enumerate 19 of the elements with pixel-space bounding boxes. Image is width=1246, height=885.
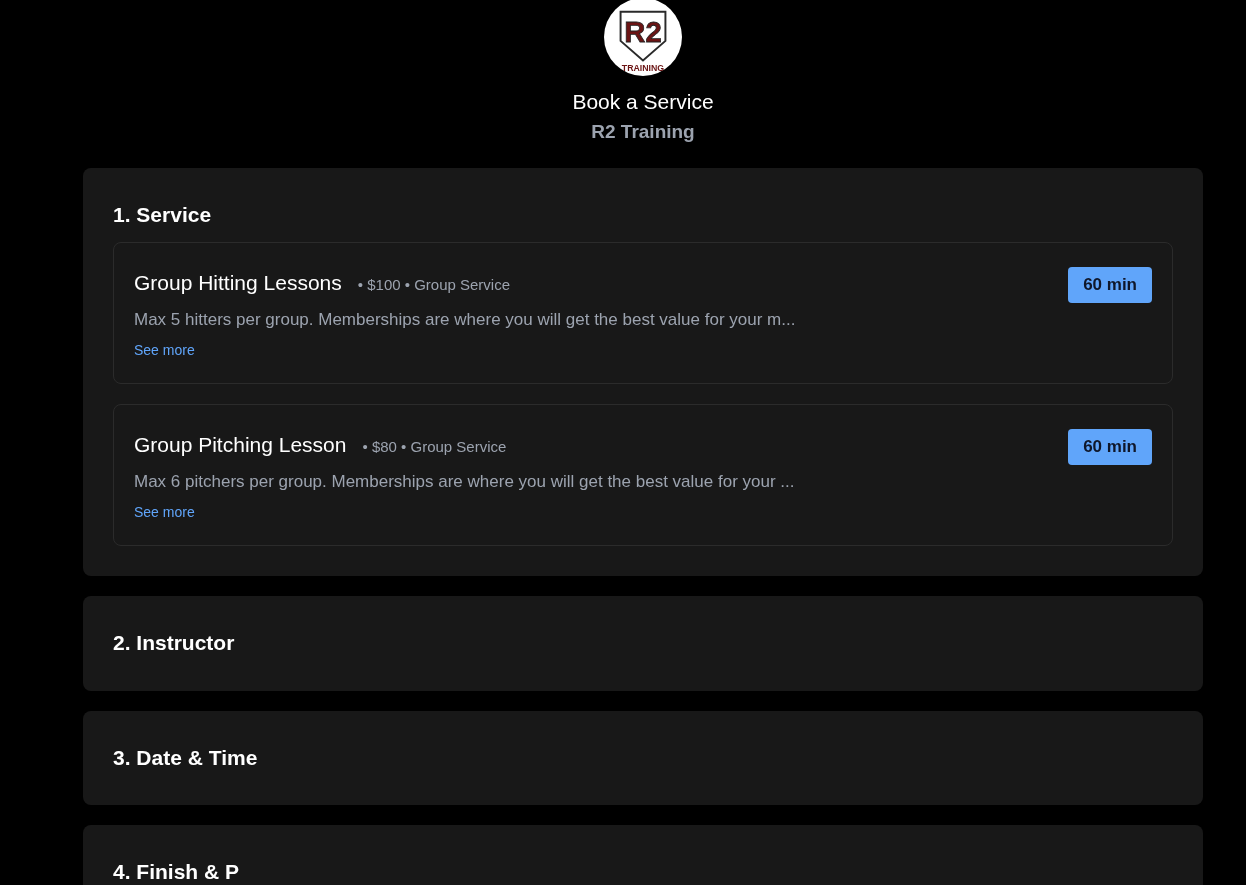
see-more-link[interactable]: See more [134, 340, 195, 362]
service-price: • $80 • Group Service [362, 437, 507, 458]
service-description: Max 6 pitchers per group. Memberships are where you will get the best value for your ... [134, 470, 796, 493]
service-card[interactable]: Group Hitting Lessons • $100 • Group Service Max 5 hitters per group. Memberships are where you will get the best value for your m... See more 60 min [113, 242, 1173, 385]
see-more-link[interactable]: See more [134, 502, 195, 524]
service-card[interactable]: Group Pitching Lesson • $80 • Group Service Max 6 pitchers per group. Memberships are where you will get the best value for your ... See more 60 min [113, 404, 1173, 547]
page-title: Book a Service [572, 89, 714, 115]
service-name: Group Hitting Lessons [134, 270, 342, 297]
section-title[interactable]: 2. Instructor [113, 630, 1173, 657]
duration-badge: 60 min [1068, 429, 1152, 465]
section-title[interactable]: 4. Finish & P [113, 858, 1173, 885]
service-description: Max 5 hitters per group. Memberships are where you will get the best value for your m... [134, 308, 797, 331]
service-price: • $100 • Group Service [357, 275, 511, 296]
duration-badge: 60 min [1068, 267, 1152, 303]
logo-icon: R2 TRAINING [603, 0, 683, 76]
section-title[interactable]: 1. Service [113, 202, 1173, 229]
business-name: R2 Training [591, 120, 695, 144]
service-name: Group Pitching Lesson [134, 432, 347, 459]
section-title[interactable]: 3. Date & Time [113, 744, 1173, 771]
